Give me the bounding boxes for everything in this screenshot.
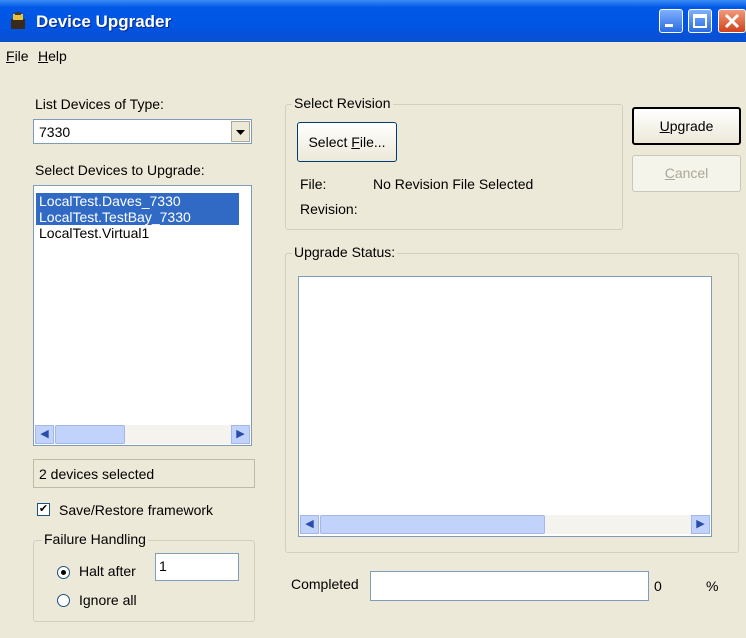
device-item[interactable]: LocalTest.Daves_7330 — [36, 193, 239, 209]
scroll-left-icon[interactable]: ◀ — [35, 425, 54, 444]
devices-listbox[interactable]: LocalTest.Daves_7330 LocalTest.TestBay_7… — [33, 185, 252, 446]
revision-label: Revision: — [300, 201, 358, 217]
failure-handling-title: Failure Handling — [42, 531, 148, 547]
device-type-select[interactable]: 7330 — [33, 119, 252, 144]
title-bar[interactable]: Device Upgrader — [0, 0, 746, 42]
select-revision-title: Select Revision — [292, 95, 393, 111]
completed-progress-bar — [370, 571, 649, 601]
upgrade-button[interactable]: Upgrade — [632, 107, 741, 145]
save-restore-label: Save/Restore framework — [59, 502, 214, 518]
completed-value: 0 — [654, 578, 662, 594]
cancel-button[interactable]: Cancel — [632, 155, 741, 192]
ignore-all-label: Ignore all — [79, 592, 137, 608]
window-title: Device Upgrader — [36, 12, 172, 31]
menu-bar: File Help — [0, 42, 746, 70]
maximize-icon — [693, 14, 707, 28]
halt-after-label: Halt after — [79, 563, 136, 579]
app-icon — [11, 12, 25, 29]
halt-after-input[interactable]: 1 — [155, 553, 239, 581]
save-restore-checkbox[interactable]: ✔ — [37, 503, 50, 516]
halt-after-radio[interactable] — [57, 566, 70, 579]
devices-label: Select Devices to Upgrade: — [35, 162, 205, 178]
device-type-value: 7330 — [39, 124, 71, 140]
file-label: File: — [300, 176, 327, 192]
completed-label: Completed — [291, 576, 359, 592]
file-value: No Revision File Selected — [373, 176, 534, 192]
device-item[interactable]: LocalTest.Virtual1 — [36, 225, 149, 241]
scroll-left-icon[interactable]: ◀ — [300, 515, 319, 534]
scroll-thumb[interactable] — [320, 515, 545, 534]
failure-handling-group: Failure Handling Halt after 1 Ignore all — [33, 531, 255, 622]
menu-file[interactable]: File — [6, 48, 29, 64]
maximize-button[interactable] — [688, 9, 712, 33]
ignore-all-radio[interactable] — [57, 594, 70, 607]
scroll-right-icon[interactable]: ▶ — [691, 515, 710, 534]
selection-status-box: 2 devices selected — [33, 459, 255, 488]
select-revision-group: Select Revision Select File... File: No … — [285, 95, 623, 230]
upgrade-status-title: Upgrade Status: — [292, 244, 398, 260]
minimize-button[interactable] — [659, 9, 683, 33]
minimize-icon — [665, 24, 673, 27]
device-item[interactable]: LocalTest.TestBay_7330 — [36, 209, 239, 225]
percent-sign: % — [706, 578, 719, 594]
close-button[interactable] — [718, 9, 746, 33]
selection-status-text: 2 devices selected — [39, 466, 155, 482]
scroll-right-icon[interactable]: ▶ — [231, 425, 250, 444]
menu-help[interactable]: Help — [38, 48, 67, 64]
select-file-button[interactable]: Select File... — [297, 122, 397, 162]
device-upgrader-window: Device Upgrader File Help List Devices o… — [0, 0, 746, 638]
device-type-label: List Devices of Type: — [35, 96, 164, 112]
status-hscrollbar[interactable]: ◀ ▶ — [300, 515, 710, 534]
scroll-thumb[interactable] — [55, 425, 125, 444]
devices-hscrollbar[interactable]: ◀ ▶ — [35, 425, 250, 444]
dropdown-arrow-icon[interactable] — [231, 121, 250, 142]
upgrade-status-log[interactable]: ◀ ▶ — [298, 276, 712, 537]
close-icon — [724, 13, 740, 29]
